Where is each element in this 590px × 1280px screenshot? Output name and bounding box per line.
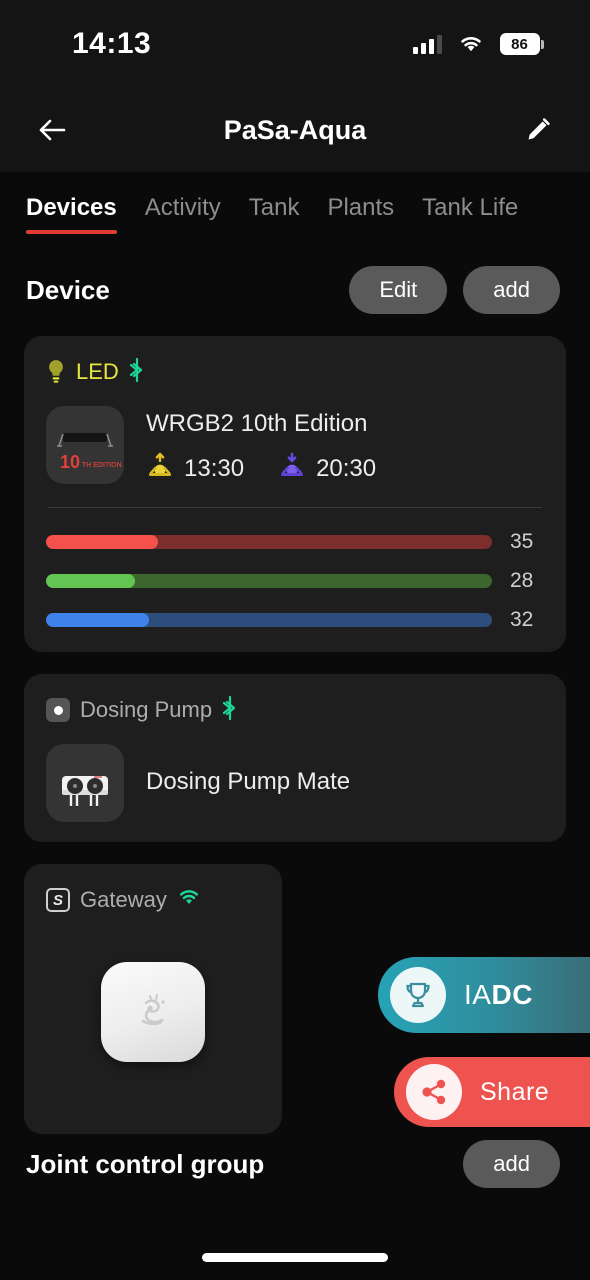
gateway-card[interactable]: S Gateway (24, 864, 282, 1134)
wifi-icon (458, 34, 484, 54)
light-bulb-icon (46, 359, 66, 385)
tab-tank[interactable]: Tank (235, 194, 314, 234)
gateway-card-header: S Gateway (46, 886, 260, 914)
cellular-signal-icon (412, 34, 442, 54)
slider-blue-value: 32 (510, 608, 534, 631)
joint-control-group-title: Joint control group (26, 1148, 265, 1179)
device-section-header: Device Edit add (0, 234, 590, 314)
led-card-divider (48, 507, 542, 508)
page-title: PaSa-Aqua (223, 114, 367, 145)
pencil-edit-icon[interactable] (516, 108, 560, 152)
status-indicators: 86 (412, 33, 544, 55)
iadc-label-bold: DC (491, 979, 533, 1010)
led-category-label: LED (76, 359, 119, 384)
slider-green[interactable]: 28 (46, 569, 544, 593)
dosing-card-header: Dosing Pump (46, 695, 544, 725)
sunset-time: 20:30 (316, 454, 377, 482)
add-device-button[interactable]: add (463, 266, 560, 314)
back-arrow-icon[interactable] (30, 108, 74, 152)
joint-control-group-actions: add (463, 1140, 560, 1188)
dosing-device-name: Dosing Pump Mate (146, 768, 351, 795)
dosing-device-row: Dosing Pump Mate (46, 744, 544, 822)
sunset-entry: 20:30 (278, 452, 376, 485)
joint-control-group-header: Joint control group add (0, 1140, 590, 1188)
slider-red[interactable]: 35 (46, 530, 544, 554)
svg-text:10: 10 (60, 452, 80, 472)
sunrise-entry: 13:30 (146, 452, 244, 485)
sunset-icon (278, 452, 306, 485)
share-floating-button[interactable]: Share (394, 1057, 590, 1127)
dosing-pump-card[interactable]: Dosing Pump Dosing Pump Mate (24, 674, 566, 842)
bluetooth-icon (222, 695, 238, 725)
slider-red-value: 35 (510, 530, 534, 553)
slider-red-fill (46, 535, 158, 549)
svg-text:TH EDITION: TH EDITION (82, 462, 122, 469)
led-device-info: WRGB2 10th Edition 13:30 20:30 (146, 406, 376, 485)
tab-tank-life[interactable]: Tank Life (408, 194, 532, 234)
led-device-card[interactable]: LED 10 TH EDITION WRGB2 10th Edition 13:… (24, 336, 566, 652)
iadc-label-thin: IA (464, 979, 492, 1010)
led-channel-sliders: 35 28 32 (46, 530, 544, 632)
share-nodes-icon (406, 1064, 462, 1120)
dosing-category-label: Dosing Pump (80, 697, 213, 722)
home-indicator[interactable] (202, 1253, 388, 1262)
slider-blue-fill (46, 613, 149, 627)
tab-activity[interactable]: Activity (131, 194, 235, 234)
iadc-floating-button[interactable]: IADC (378, 957, 590, 1033)
gateway-device-image (101, 962, 205, 1062)
led-card-header: LED (46, 357, 544, 387)
status-clock: 14:13 (72, 27, 152, 60)
slider-green-value: 28 (510, 569, 534, 592)
led-device-row: 10 TH EDITION WRGB2 10th Edition 13:30 2… (46, 406, 544, 485)
battery-icon: 86 (499, 33, 544, 55)
slider-green-fill (46, 574, 136, 588)
wifi-icon (177, 888, 201, 912)
app-screen: 14:13 86 PaSa-Aqua Devices Activity Tank… (0, 0, 590, 1280)
tab-bar: Devices Activity Tank Plants Tank Life (0, 172, 590, 234)
dosing-device-info: Dosing Pump Mate (146, 744, 350, 796)
tab-plants[interactable]: Plants (313, 194, 408, 234)
share-label: Share (480, 1077, 550, 1106)
dosing-device-thumbnail (46, 744, 124, 822)
add-group-button[interactable]: add (463, 1140, 560, 1188)
sunrise-time: 13:30 (184, 454, 245, 482)
brand-logo-icon: S (46, 888, 70, 912)
trophy-icon (390, 967, 446, 1023)
battery-level: 86 (511, 35, 528, 53)
device-section-title: Device (26, 274, 110, 305)
gateway-category-label: Gateway (80, 887, 167, 912)
app-header: PaSa-Aqua (0, 88, 590, 172)
bluetooth-icon (129, 357, 145, 387)
iadc-label: IADC (464, 979, 533, 1011)
edit-button[interactable]: Edit (349, 266, 448, 314)
slider-red-track[interactable] (46, 535, 492, 549)
sunrise-icon (146, 452, 174, 485)
tab-devices[interactable]: Devices (26, 194, 131, 234)
device-section-actions: Edit add (349, 266, 560, 314)
slider-blue[interactable]: 32 (46, 608, 544, 632)
slider-blue-track[interactable] (46, 613, 492, 627)
status-bar: 14:13 86 (0, 0, 590, 88)
led-device-name: WRGB2 10th Edition (146, 410, 368, 437)
led-schedule: 13:30 20:30 (146, 452, 376, 485)
dosing-pump-chip-icon (46, 698, 70, 722)
led-device-thumbnail: 10 TH EDITION (46, 406, 124, 484)
slider-green-track[interactable] (46, 574, 492, 588)
